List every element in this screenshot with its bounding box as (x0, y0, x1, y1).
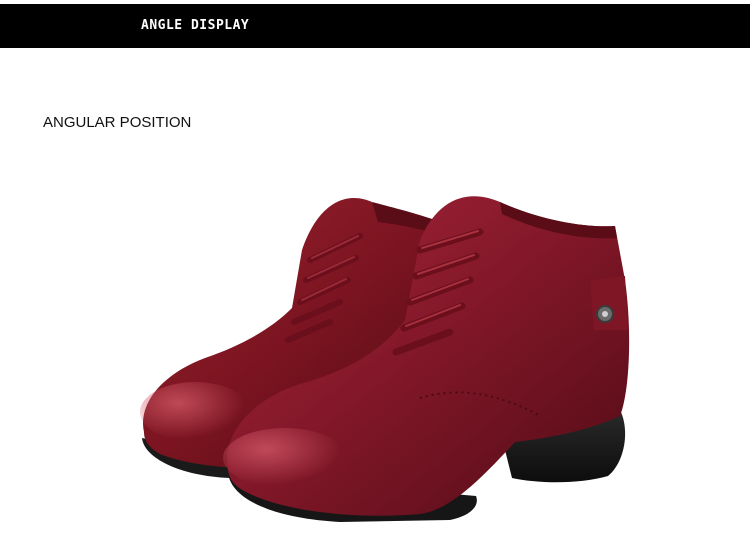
header-bar: ANGLE DISPLAY (0, 4, 750, 48)
product-detail-page: ANGLE DISPLAY ANGULAR POSITION (0, 0, 750, 554)
product-photo (140, 196, 630, 522)
section-label: ANGULAR POSITION (43, 114, 192, 131)
header-title: ANGLE DISPLAY (141, 18, 250, 33)
